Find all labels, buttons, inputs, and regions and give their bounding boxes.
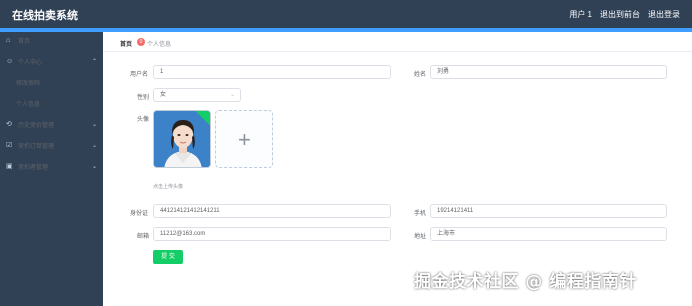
home-icon: ⌂ (6, 36, 11, 44)
plus-icon: + (238, 127, 251, 152)
user-name-link[interactable]: 用户 1 (569, 9, 592, 20)
username-label: 用户名 (130, 72, 149, 78)
breadcrumb-home[interactable]: 首页 (120, 39, 132, 48)
idcard-label: 身份证 (130, 211, 149, 217)
sidebar-item-bid-history[interactable]: ⟲ 历史竞价管理 ⌄ (0, 117, 103, 131)
top-navbar: 在线拍卖系统 用户 1 退出到前台 退出登录 (0, 0, 692, 28)
main-content: 首页 0 个人信息 用户名 1 姓名 刘勇 性别 女 ⌄ 头像 + 点击上传头像 (103, 32, 692, 306)
name-input[interactable]: 刘勇 (430, 65, 667, 79)
user-icon: ☺ (6, 57, 14, 65)
history-icon: ⟲ (6, 121, 12, 128)
sidebar-item-label: 个人中心 (18, 59, 43, 66)
phone-label: 手机 (414, 211, 427, 217)
idcard-input[interactable]: 441214121412141211 (153, 204, 391, 218)
sidebar-item-bidders[interactable]: ▣ 竞拍者管理 ⌄ (0, 159, 103, 173)
notification-badge: 0 (137, 38, 145, 46)
bidder-icon: ▣ (6, 163, 13, 170)
chevron-down-icon: ⌄ (92, 142, 98, 149)
breadcrumb-current: 个人信息 (147, 42, 172, 48)
sidebar-item-personal-info[interactable]: 个人信息 (0, 96, 103, 110)
upload-tip: 点击上传头像 (153, 184, 184, 190)
sidebar-item-label: 竞拍者管理 (18, 164, 49, 171)
address-input[interactable]: 上海市 (430, 227, 667, 241)
watermark: 掘金技术社区 @ 编程指南针 (414, 272, 637, 292)
submit-button[interactable]: 提 交 (153, 250, 183, 264)
gender-select[interactable]: 女 ⌄ (153, 88, 241, 102)
sidebar-item-personal-center[interactable]: ☺ 个人中心 ⌃ (0, 54, 103, 68)
header-user-area: 用户 1 退出到前台 退出登录 (569, 9, 680, 20)
avatar-upload-button[interactable]: + (215, 110, 273, 168)
sidebar-item-label: 历史竞价管理 (18, 122, 55, 129)
sidebar-item-orders[interactable]: ☑ 竞拍订单管理 ⌄ (0, 138, 103, 152)
name-label: 姓名 (414, 72, 427, 78)
sidebar-item-change-password[interactable]: 修改密码 (0, 75, 103, 89)
avatar-photo (154, 111, 210, 167)
email-label: 邮箱 (137, 234, 150, 240)
order-icon: ☑ (6, 142, 13, 149)
chevron-down-icon: ⌄ (229, 92, 235, 98)
chevron-down-icon: ⌄ (92, 163, 98, 170)
phone-input[interactable]: 19214121411 (430, 204, 667, 218)
breadcrumb: 首页 0 个人信息 (103, 32, 692, 52)
sidebar-item-home[interactable]: ⌂ 首页 (0, 33, 103, 47)
gender-label: 性别 (137, 95, 150, 101)
sidebar-item-label: 竞拍订单管理 (18, 143, 55, 150)
email-input[interactable]: 11212@163.com (153, 227, 391, 241)
username-input[interactable]: 1 (153, 65, 391, 79)
sidebar-item-label: 首页 (18, 38, 31, 45)
sidebar-item-label: 修改密码 (16, 80, 41, 87)
logout-link[interactable]: 退出登录 (648, 9, 680, 20)
address-label: 地址 (414, 234, 427, 240)
app-title: 在线拍卖系统 (12, 10, 78, 22)
avatar-preview[interactable] (153, 110, 211, 168)
gender-select-value: 女 (160, 92, 167, 98)
back-to-frontend-link[interactable]: 退出到前台 (600, 9, 640, 20)
sidebar: ⌂ 首页 ☺ 个人中心 ⌃ 修改密码 个人信息 ⟲ 历史竞价管理 ⌄ ☑ 竞拍订… (0, 32, 103, 306)
sidebar-item-label: 个人信息 (16, 101, 41, 108)
avatar-label: 头像 (137, 117, 150, 123)
chevron-up-icon: ⌃ (92, 58, 98, 65)
chevron-down-icon: ⌄ (92, 121, 98, 128)
